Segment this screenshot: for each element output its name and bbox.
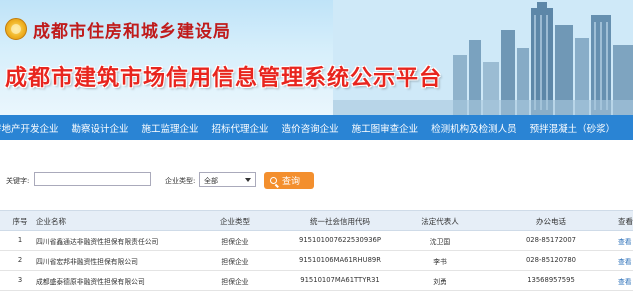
row-type: 担保企业 [221, 278, 249, 286]
keyword-label: 关键字: [6, 177, 30, 185]
city-skyline-image [333, 0, 633, 115]
header-name: 企业名称 [36, 217, 66, 226]
row-name: 四川省鑫通达非融资性担保有限责任公司 [36, 238, 159, 246]
enterprise-type-select[interactable]: 全部 [199, 172, 256, 187]
enterprise-type-value: 全部 [204, 177, 218, 185]
system-title: 成都市建筑市场信用信息管理系统公示平台 [5, 66, 443, 91]
query-button[interactable]: 查询 [264, 172, 314, 189]
header-type: 企业类型 [220, 217, 250, 226]
row-view-link[interactable]: 查看 [618, 236, 632, 246]
row-name: 四川省宏邦非融资性担保有限公司 [36, 258, 138, 266]
nav-item-testing[interactable]: 检测机构及检测人员 [431, 121, 517, 135]
nav-item-cost-consulting[interactable]: 造价咨询企业 [282, 121, 339, 135]
row-type: 担保企业 [221, 238, 249, 246]
type-label: 企业类型: [165, 177, 196, 185]
row-phone: 028-85172007 [525, 236, 577, 244]
table-row: 2 四川省宏邦非融资性担保有限公司 担保企业 91510106MA61RHU89… [0, 251, 633, 271]
header-view: 查看 [618, 217, 633, 226]
nav-item-ready-mix[interactable]: 预拌混凝土（砂浆） [530, 121, 616, 135]
main-nav: 房地产开发企业 勘察设计企业 施工监理企业 招标代理企业 造价咨询企业 施工图审… [0, 115, 633, 140]
nav-item-construction-supervision[interactable]: 施工监理企业 [142, 121, 199, 135]
table-row: 3 成都盛泰德原非融资性担保有限公司 担保企业 91510107MA61TTYR… [0, 271, 633, 291]
header-code: 统一社会信用代码 [310, 217, 370, 226]
row-view-link[interactable]: 查看 [618, 256, 632, 266]
nav-item-drawing-review[interactable]: 施工图审查企业 [352, 121, 419, 135]
row-phone: 028-85120780 [525, 256, 577, 264]
row-name: 成都盛泰德原非融资性担保有限公司 [36, 278, 145, 286]
row-code: 91510107MA61TTYR31 [300, 276, 380, 284]
row-num: 2 [17, 256, 23, 264]
nav-item-bidding-agency[interactable]: 招标代理企业 [212, 121, 269, 135]
table-row: 1 四川省鑫通达非融资性担保有限责任公司 担保企业 91510100762253… [0, 231, 633, 251]
row-code: 915101007622530936P [299, 236, 381, 244]
row-num: 1 [17, 236, 23, 244]
header-banner: 成都市住房和城乡建设局 成都市建筑市场信用信息管理系统公示平台 [0, 0, 633, 115]
search-icon [270, 177, 277, 184]
nav-item-survey-design[interactable]: 勘察设计企业 [72, 121, 129, 135]
row-phone: 13568957595 [527, 276, 575, 284]
row-rep: 刘勇 [433, 278, 447, 286]
bureau-logo-icon [5, 18, 27, 40]
nav-item-real-estate[interactable]: 房地产开发企业 [0, 121, 59, 135]
search-bar: 关键字: 企业类型: 全部 查询 [0, 170, 633, 190]
header-num: 序号 [12, 217, 28, 226]
keyword-input[interactable] [34, 172, 151, 186]
row-view-link[interactable]: 查看 [618, 276, 632, 286]
bureau-name: 成都市住房和城乡建设局 [33, 22, 231, 42]
query-button-label: 查询 [282, 177, 301, 187]
row-code: 91510106MA61RHU89R [299, 256, 381, 264]
row-rep: 李书 [433, 258, 447, 266]
table-header-row: 序号 企业名称 企业类型 统一社会信用代码 法定代表人 办公电话 查看 [0, 210, 633, 231]
row-rep: 沈卫国 [429, 238, 451, 246]
enterprise-table: 序号 企业名称 企业类型 统一社会信用代码 法定代表人 办公电话 查看 1 四川… [0, 210, 633, 291]
chevron-down-icon [245, 178, 251, 182]
row-num: 3 [17, 276, 23, 284]
header-phone: 办公电话 [536, 217, 566, 226]
header-rep: 法定代表人 [421, 217, 459, 226]
row-type: 担保企业 [221, 258, 249, 266]
